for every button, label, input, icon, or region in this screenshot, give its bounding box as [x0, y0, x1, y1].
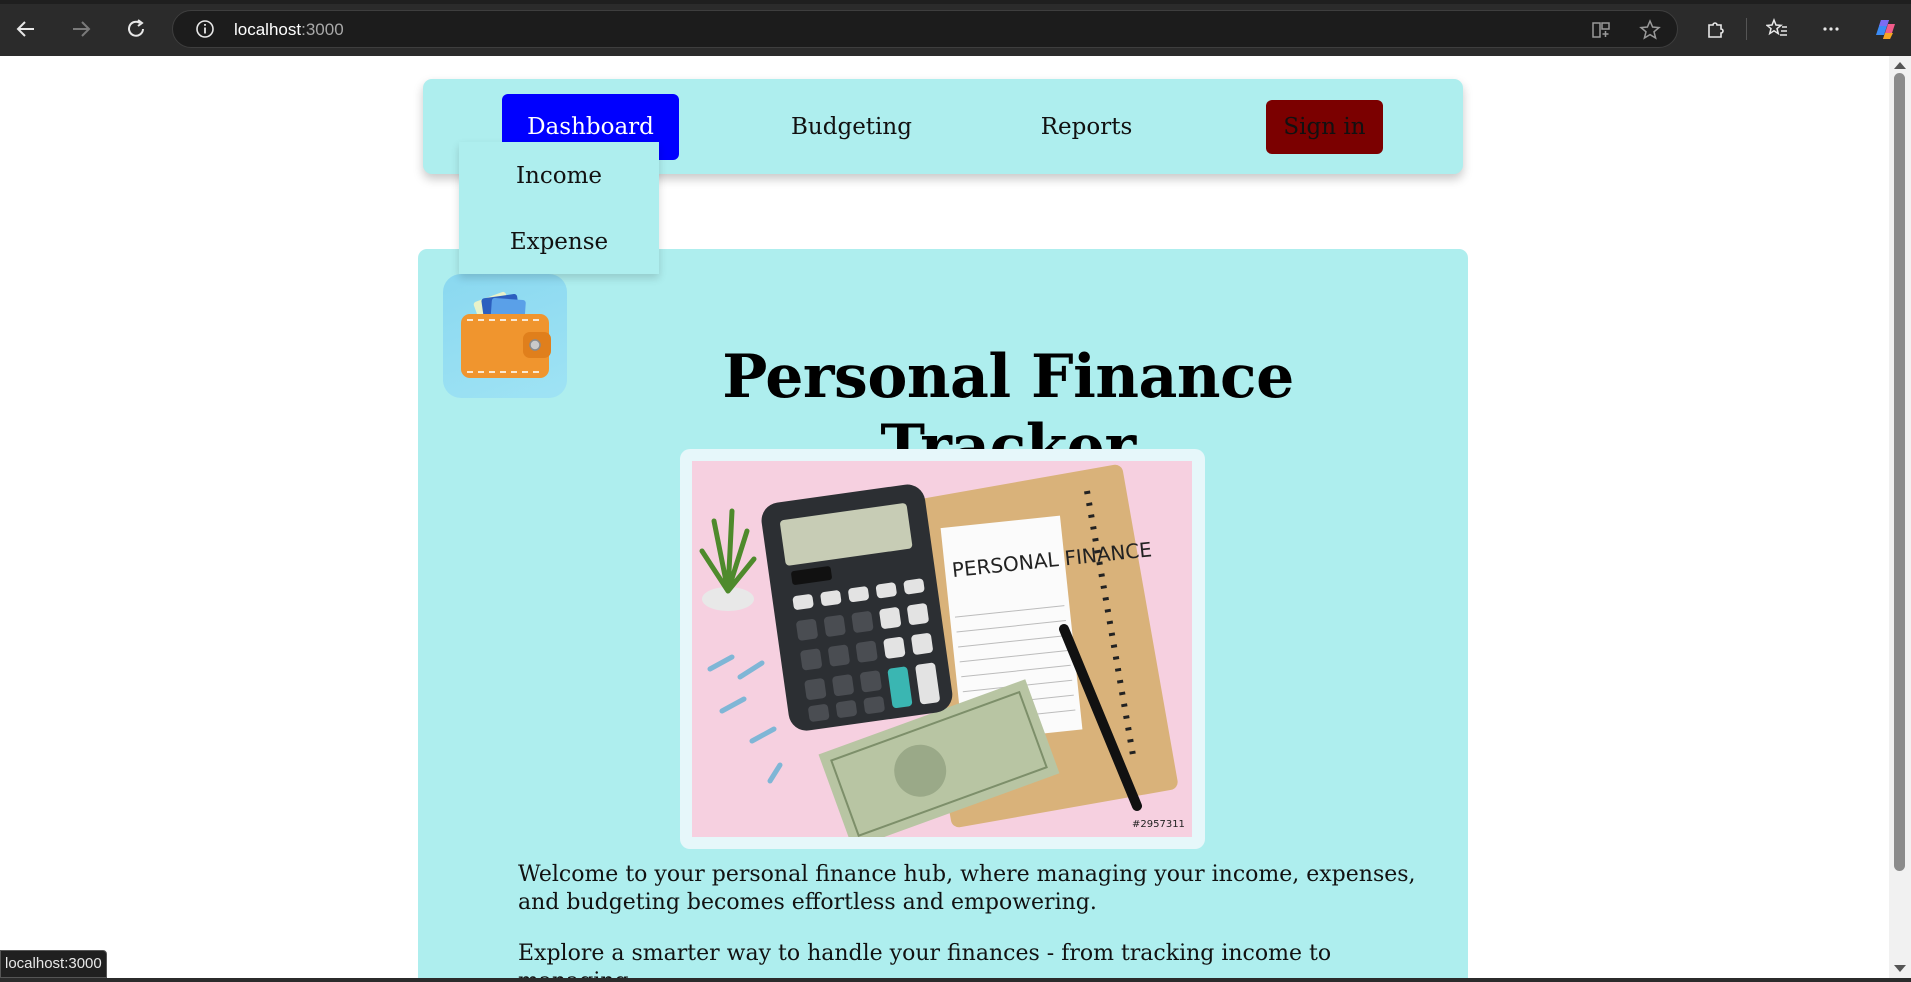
reload-button[interactable] [119, 12, 153, 46]
split-screen-icon[interactable] [1591, 20, 1611, 40]
main-card: Personal Finance Tracker PERSONAL FINANC… [418, 249, 1468, 978]
wallet-logo [443, 274, 567, 398]
address-bar[interactable]: localhost:3000 [172, 10, 1678, 48]
sign-in-button[interactable]: Sign in [1266, 100, 1383, 154]
nav-budgeting[interactable]: Budgeting [773, 94, 930, 160]
url-port: :3000 [301, 20, 344, 39]
dropdown-item-expense[interactable]: Expense [459, 212, 659, 272]
page-viewport: Dashboard Budgeting Reports Sign in Pers… [0, 56, 1889, 978]
dropdown-item-income[interactable]: Income [459, 146, 659, 206]
scrollbar-thumb[interactable] [1894, 73, 1905, 871]
scroll-up-arrow-icon[interactable] [1894, 62, 1906, 69]
browser-toolbar: localhost:3000 [0, 0, 1911, 56]
favorites-list-icon [1766, 18, 1787, 36]
favorites-button[interactable] [1760, 12, 1794, 46]
url-host: localhost [234, 20, 302, 39]
forward-arrow-icon [73, 21, 91, 37]
intro-paragraph: Welcome to your personal finance hub, wh… [518, 862, 1416, 915]
toolbar-divider [1746, 18, 1747, 40]
hero-image: PERSONAL FINANCE #2957311 [692, 461, 1192, 837]
hero-stock-id: #2957311 [1132, 819, 1185, 830]
nav-reports[interactable]: Reports [1020, 94, 1153, 160]
site-info-icon[interactable] [195, 19, 215, 39]
tab-strip-edge [0, 0, 1911, 4]
window-bottom-edge [0, 978, 1911, 982]
more-menu-button[interactable] [1814, 12, 1848, 46]
link-status-preview: localhost:3000 [0, 950, 107, 978]
vertical-scrollbar[interactable] [1889, 56, 1911, 978]
back-arrow-icon [16, 21, 34, 37]
hero-image-frame: PERSONAL FINANCE #2957311 [680, 449, 1205, 849]
wallet-icon [461, 291, 551, 378]
scroll-down-arrow-icon[interactable] [1894, 965, 1906, 972]
url-text: localhost:3000 [234, 20, 344, 40]
personal-finance-illustration: PERSONAL FINANCE #2957311 [692, 461, 1192, 837]
copilot-button[interactable] [1868, 12, 1902, 46]
reload-icon [128, 19, 144, 37]
copilot-icon [1876, 20, 1895, 39]
back-button[interactable] [9, 12, 43, 46]
favorite-star-icon[interactable] [1639, 19, 1661, 41]
forward-button[interactable] [64, 12, 98, 46]
explore-paragraph: Explore a smarter way to handle your fin… [518, 941, 1332, 978]
puzzle-icon [1708, 22, 1724, 38]
ellipsis-icon [1823, 27, 1839, 31]
dashboard-dropdown-menu: Income Expense [459, 142, 659, 274]
extensions-button[interactable] [1699, 12, 1733, 46]
